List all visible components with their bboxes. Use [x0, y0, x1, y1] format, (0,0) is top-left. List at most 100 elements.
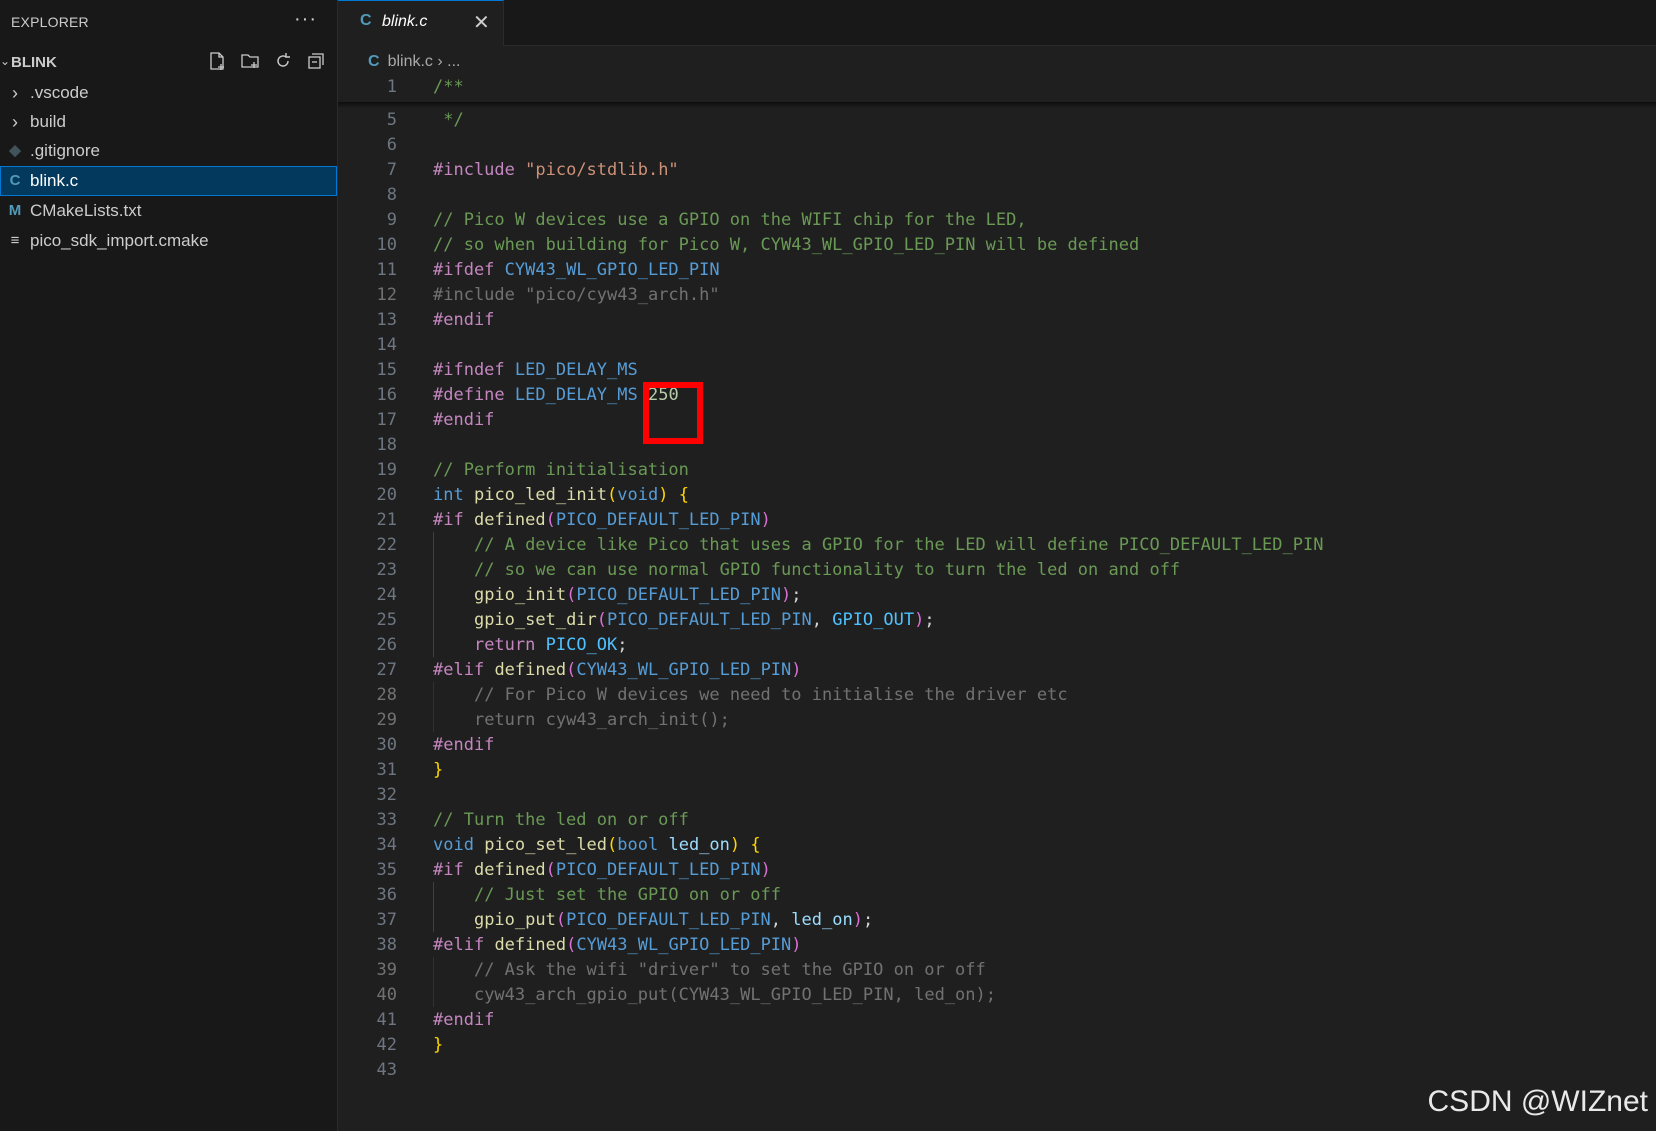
- code-text: }: [433, 757, 443, 783]
- line-number: 21: [376, 510, 397, 530]
- code-token: ): [791, 935, 802, 955]
- code-line[interactable]: 39 // Ask the wifi "driver" to set the G…: [338, 957, 1656, 983]
- code-line[interactable]: 16 #define LED_DELAY_MS 250: [338, 382, 1656, 408]
- code-line[interactable]: 41 #endif: [338, 1007, 1656, 1033]
- code-token: // A device like Pico that uses a GPIO f…: [473, 535, 1324, 555]
- code-line[interactable]: 18: [338, 432, 1656, 458]
- code-line[interactable]: 19 // Perform initialisation: [338, 457, 1656, 483]
- code-token: pico_led_init: [473, 485, 608, 505]
- code-token: void: [617, 485, 659, 505]
- code-line[interactable]: 36 // Just set the GPIO on or off: [338, 882, 1656, 908]
- code-line[interactable]: 15 #ifndef LED_DELAY_MS: [338, 357, 1656, 383]
- code-line[interactable]: 11 #ifdef CYW43_WL_GPIO_LED_PIN: [338, 257, 1656, 283]
- code-line[interactable]: 23 // so we can use normal GPIO function…: [338, 557, 1656, 583]
- tree-item-gitignore[interactable]: ◆ .gitignore: [0, 136, 337, 166]
- code-line[interactable]: 37 gpio_put(PICO_DEFAULT_LED_PIN, led_on…: [338, 907, 1656, 933]
- code-token: // For Pico W devices we need to initial…: [473, 685, 1068, 705]
- code-token: PICO_DEFAULT_LED_PIN: [555, 510, 761, 530]
- code-text: }: [433, 1032, 443, 1058]
- code-line[interactable]: 40 cyw43_arch_gpio_put(CYW43_WL_GPIO_LED…: [338, 982, 1656, 1008]
- code-token: {: [678, 485, 689, 505]
- code-line[interactable]: 32: [338, 782, 1656, 808]
- tree-item-label: pico_sdk_import.cmake: [30, 231, 209, 250]
- indent-guide: [433, 957, 434, 982]
- code-line[interactable]: 28 // For Pico W devices we need to init…: [338, 682, 1656, 708]
- code-text: #include "pico/cyw43_arch.h": [433, 282, 720, 308]
- code-line[interactable]: 10 // so when building for Pico W, CYW43_…: [338, 232, 1656, 258]
- cmake-file-icon: M: [8, 202, 22, 219]
- code-token: #endif: [433, 735, 495, 755]
- close-icon[interactable]: ✕: [473, 10, 490, 35]
- code-line[interactable]: 5 */: [338, 107, 1656, 133]
- code-line[interactable]: 12 #include "pico/cyw43_arch.h": [338, 282, 1656, 308]
- refresh-icon[interactable]: [272, 50, 293, 71]
- code-token: /**: [433, 77, 464, 97]
- code-line[interactable]: 26 return PICO_OK;: [338, 632, 1656, 658]
- tree-item-label: .gitignore: [30, 141, 100, 160]
- lines-icon: ≡: [10, 232, 20, 249]
- code-token: // Ask the wifi "driver" to set the GPIO…: [473, 960, 986, 980]
- code-line[interactable]: 43: [338, 1057, 1656, 1083]
- code-line[interactable]: 14: [338, 332, 1656, 358]
- more-actions-icon[interactable]: ···: [294, 8, 317, 31]
- code-line[interactable]: 30 #endif: [338, 732, 1656, 758]
- code-token: gpio_put: [473, 910, 556, 930]
- code-token: CYW43_WL_GPIO_LED_PIN: [504, 260, 720, 280]
- line-number: 13: [376, 310, 397, 330]
- code-token: (: [566, 585, 577, 605]
- line-number: 10: [376, 235, 397, 255]
- tree-item-blink-c[interactable]: C blink.c: [0, 166, 337, 196]
- code-line[interactable]: 35 #if defined(PICO_DEFAULT_LED_PIN): [338, 857, 1656, 883]
- code-line[interactable]: 33 // Turn the led on or off: [338, 807, 1656, 833]
- code-line[interactable]: 20 int pico_led_init(void) {: [338, 482, 1656, 508]
- code-line[interactable]: 24 gpio_init(PICO_DEFAULT_LED_PIN);: [338, 582, 1656, 608]
- code-line[interactable]: 6: [338, 132, 1656, 158]
- code-line[interactable]: 42}: [338, 1032, 1656, 1058]
- code-line[interactable]: 27 #elif defined(CYW43_WL_GPIO_LED_PIN): [338, 657, 1656, 683]
- code-line[interactable]: 29 return cyw43_arch_init();: [338, 707, 1656, 733]
- folder-header[interactable]: ⌄ BLINK: [0, 50, 337, 76]
- line-number: 27: [376, 660, 397, 680]
- code-line[interactable]: 34 void pico_set_led(bool led_on) {: [338, 832, 1656, 858]
- code-line[interactable]: 21 #if defined(PICO_DEFAULT_LED_PIN): [338, 507, 1656, 533]
- breadcrumb-symbols[interactable]: ...: [447, 53, 460, 70]
- tab-blink-c[interactable]: C blink.c ✕: [338, 0, 504, 46]
- code-line[interactable]: 31}: [338, 757, 1656, 783]
- code-line[interactable]: 22 // A device like Pico that uses a GPI…: [338, 532, 1656, 558]
- code-line[interactable]: 7 #include "pico/stdlib.h": [338, 157, 1656, 183]
- code-line[interactable]: 17 #endif: [338, 407, 1656, 433]
- line-number: 5: [386, 110, 397, 130]
- line-number: 43: [376, 1060, 397, 1080]
- code-token: ,: [893, 985, 915, 1005]
- tree-item-pico-sdk-import[interactable]: ≡ pico_sdk_import.cmake: [0, 226, 337, 256]
- tree-item-cmakelists[interactable]: M CMakeLists.txt: [0, 196, 337, 226]
- code-token: (: [668, 985, 679, 1005]
- code-text: gpio_set_dir(PICO_DEFAULT_LED_PIN, GPIO_…: [433, 607, 935, 633]
- indent-guide: [433, 607, 434, 632]
- new-file-icon[interactable]: [206, 50, 227, 71]
- new-folder-icon[interactable]: [239, 50, 260, 71]
- code-text: // A device like Pico that uses a GPIO f…: [433, 532, 1324, 558]
- code-line[interactable]: 9 // Pico W devices use a GPIO on the WIF…: [338, 207, 1656, 233]
- code-token: // so we can use normal GPIO functionali…: [473, 560, 1181, 580]
- line-number: 26: [376, 635, 397, 655]
- code-text: // so when building for Pico W, CYW43_WL…: [433, 232, 1139, 258]
- tree-item-vscode[interactable]: › .vscode: [0, 78, 337, 108]
- collapse-all-icon[interactable]: [305, 50, 326, 71]
- code-line[interactable]: 1 /**: [338, 76, 1656, 100]
- code-token: #endif: [433, 1010, 495, 1030]
- indent-guide: [433, 682, 434, 707]
- tree-item-label: CMakeLists.txt: [30, 201, 142, 220]
- breadcrumb-file[interactable]: blink.c: [388, 53, 433, 70]
- code-token: ): [975, 985, 986, 1005]
- code-line[interactable]: 38 #elif defined(CYW43_WL_GPIO_LED_PIN): [338, 932, 1656, 958]
- code-token: ): [760, 510, 771, 530]
- tree-item-build[interactable]: › build: [0, 107, 337, 137]
- watermark: CSDN @WIZnet: [1427, 1085, 1648, 1118]
- code-line[interactable]: 13 #endif: [338, 307, 1656, 333]
- code-line[interactable]: 25 gpio_set_dir(PICO_DEFAULT_LED_PIN, GP…: [338, 607, 1656, 633]
- code-line[interactable]: 8: [338, 182, 1656, 208]
- code-editor[interactable]: 1/** 5 */6 7 #include "pico/stdlib.h" 8 9// P…: [338, 76, 1656, 1131]
